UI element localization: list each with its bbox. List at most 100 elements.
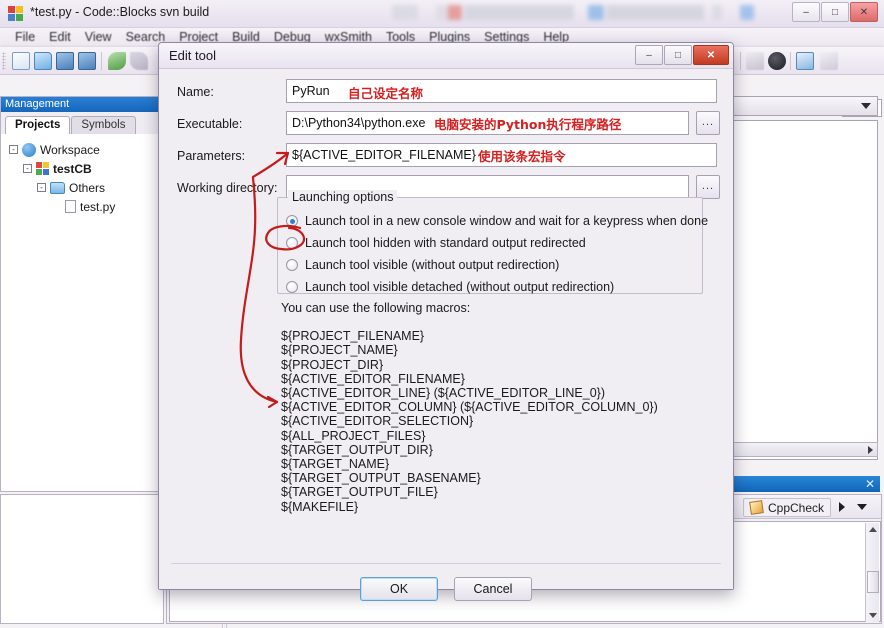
tree-item-workspace[interactable]: - Workspace: [9, 140, 163, 159]
ok-button[interactable]: OK: [360, 577, 438, 601]
menu-item-file[interactable]: File: [8, 30, 42, 44]
os-minimize-button[interactable]: –: [792, 2, 820, 22]
tab-cppcheck[interactable]: CppCheck: [743, 498, 832, 517]
tab-next-arrow-icon[interactable]: [839, 502, 845, 512]
name-input-value: PyRun: [292, 84, 330, 98]
tree-toggle-icon[interactable]: -: [9, 145, 18, 154]
blurred-taskbar-item-7: [712, 5, 722, 20]
info-icon[interactable]: [820, 52, 838, 70]
working-directory-label: Working directory:: [177, 181, 278, 195]
debug-step-icon[interactable]: [746, 52, 764, 70]
radio-button-icon[interactable]: [286, 281, 298, 293]
radio-option-label: Launch tool hidden with standard output …: [305, 236, 586, 250]
parameters-input-value: ${ACTIVE_EDITOR_FILENAME}: [292, 148, 476, 162]
right-panel-hscrollbar[interactable]: [728, 442, 878, 457]
dialog-title: Edit tool: [169, 48, 216, 63]
macro-item: ${ACTIVE_EDITOR_SELECTION}: [281, 414, 474, 429]
macro-item: ${MAKEFILE}: [281, 499, 359, 514]
toolbar-grip[interactable]: [2, 52, 6, 70]
application-window: *test.py - Code::Blocks svn build – □ ✕ …: [0, 0, 884, 628]
executable-browse-button[interactable]: ...: [696, 111, 720, 135]
save-all-icon[interactable]: [78, 52, 96, 70]
blurred-taskbar-item-6: [606, 5, 704, 20]
radio-option-visible[interactable]: Launch tool visible (without output redi…: [286, 258, 559, 272]
launching-options-legend: Launching options: [288, 190, 398, 204]
management-panel-title: Management: [1, 97, 163, 112]
annotation-executable-text: 电脑安装的Python执行程序路径: [434, 117, 622, 132]
workspace-icon: [22, 142, 36, 157]
tree-item-label: testCB: [53, 161, 92, 176]
parameters-label: Parameters:: [177, 149, 246, 163]
macros-intro: You can use the following macros:: [281, 301, 471, 315]
undo-icon[interactable]: [108, 52, 126, 70]
menu-item-view[interactable]: View: [78, 30, 119, 44]
save-icon[interactable]: [56, 52, 74, 70]
working-directory-browse-button[interactable]: ...: [696, 175, 720, 199]
radio-option-console-wait[interactable]: Launch tool in a new console window and …: [286, 214, 708, 228]
redo-icon[interactable]: [130, 52, 148, 70]
tab-dropdown-caret-icon[interactable]: [857, 504, 867, 510]
debug-windows-icon[interactable]: [796, 52, 814, 70]
radio-button-icon[interactable]: [286, 237, 298, 249]
blurred-taskbar-item-8: [740, 5, 754, 20]
right-panel-combo[interactable]: [728, 96, 878, 116]
tree-toggle-icon[interactable]: -: [37, 183, 46, 192]
macro-item: ${ACTIVE_EDITOR_COLUMN} (${ACTIVE_EDITOR…: [281, 400, 658, 415]
dialog-maximize-button[interactable]: □: [664, 45, 692, 65]
radio-button-icon[interactable]: [286, 215, 298, 227]
close-icon[interactable]: ✕: [865, 477, 875, 491]
os-close-button[interactable]: ✕: [850, 2, 878, 22]
tree-item-others[interactable]: - Others: [9, 178, 163, 197]
cancel-button[interactable]: Cancel: [454, 577, 532, 601]
radio-option-label: Launch tool in a new console window and …: [305, 214, 709, 228]
scrollbar-thumb[interactable]: [867, 571, 879, 593]
dialog-close-button[interactable]: ✕: [693, 45, 729, 65]
dialog-window-controls: – □ ✕: [635, 45, 729, 65]
macro-item: ${TARGET_OUTPUT_DIR}: [281, 442, 433, 457]
dialog-button-row: OK Cancel: [159, 577, 733, 601]
tab-projects[interactable]: Projects: [5, 116, 71, 134]
dialog-minimize-button[interactable]: –: [635, 45, 663, 65]
macro-item: ${PROJECT_DIR}: [281, 357, 384, 372]
scroll-up-arrow-icon[interactable]: [869, 527, 877, 532]
macro-item: ${ALL_PROJECT_FILES}: [281, 428, 426, 443]
right-panel-titlebar: ✕: [726, 476, 880, 492]
toolbar-separator-2: [740, 52, 741, 70]
os-maximize-button[interactable]: □: [821, 2, 849, 22]
dialog-title-bar: Edit tool – □ ✕: [159, 43, 733, 69]
window-title: *test.py - Code::Blocks svn build: [30, 5, 210, 19]
blurred-taskbar-item-5: [588, 5, 604, 20]
tree-toggle-icon[interactable]: -: [23, 164, 32, 173]
tab-symbols[interactable]: Symbols: [71, 116, 136, 134]
bottom-left-area: [0, 494, 164, 624]
open-file-icon[interactable]: [34, 52, 52, 70]
macro-item: ${TARGET_OUTPUT_FILE}: [281, 485, 438, 500]
tree-item-label: test.py: [80, 199, 116, 214]
macro-item: ${ACTIVE_EDITOR_FILENAME}: [281, 371, 465, 386]
management-panel: Management Projects Symbols - Workspace …: [0, 96, 164, 492]
pencil-icon: [749, 500, 764, 515]
debug-stop-icon[interactable]: [768, 52, 786, 70]
scroll-down-arrow-icon[interactable]: [869, 613, 877, 618]
tree-item-test-py[interactable]: test.py: [9, 197, 163, 216]
menu-item-edit[interactable]: Edit: [42, 30, 78, 44]
toolbar-separator-3: [790, 52, 791, 70]
codeblocks-icon: [8, 6, 24, 22]
scroll-right-arrow-icon[interactable]: [868, 446, 873, 454]
dialog-body: Name: PyRun Executable: D:\Python34\pyth…: [159, 69, 733, 601]
radio-option-visible-detached[interactable]: Launch tool visible detached (without ou…: [286, 280, 614, 294]
annotation-parameters-text: 使用该条宏指令: [478, 149, 566, 164]
file-icon: [65, 200, 76, 213]
macro-item: ${PROJECT_FILENAME}: [281, 329, 425, 344]
tree-item-testcb[interactable]: - testCB: [9, 159, 163, 178]
new-file-icon[interactable]: [12, 52, 30, 70]
radio-option-label: Launch tool visible detached (without ou…: [305, 280, 615, 294]
radio-button-icon[interactable]: [286, 259, 298, 271]
bottom-panel-vscrollbar[interactable]: [865, 523, 879, 622]
radio-option-hidden-redirected[interactable]: Launch tool hidden with standard output …: [286, 236, 586, 250]
folder-icon: [50, 181, 65, 194]
blurred-taskbar-item-1: [392, 5, 418, 20]
right-panel-list[interactable]: [728, 120, 878, 460]
os-title-bar: *test.py - Code::Blocks svn build – □ ✕: [0, 0, 884, 28]
toolbar-separator-1: [101, 52, 102, 70]
